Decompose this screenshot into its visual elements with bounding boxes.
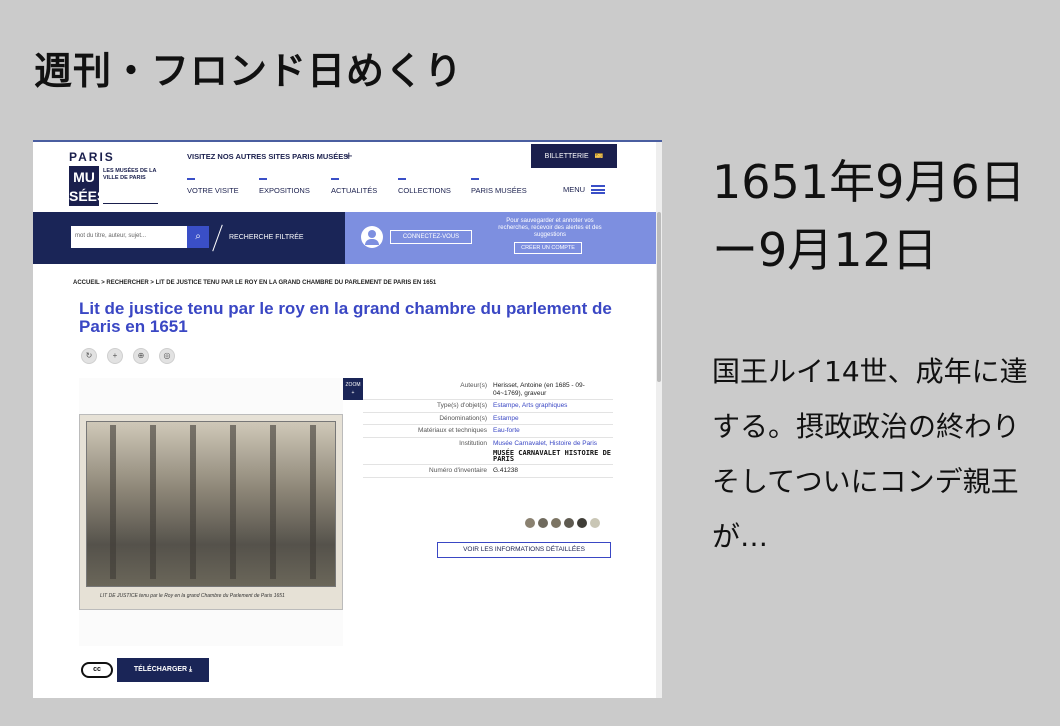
hamburger-icon — [591, 185, 606, 194]
search-input[interactable]: mot du titre, auteur, sujet... — [71, 226, 187, 248]
meta-row-type: Type(s) d'objet(s) Estampe, Arts graphiqu… — [363, 400, 613, 413]
paris-musees-logo[interactable]: PARIS MU SÉES LES MUSÉES DE LA VILLE DE P… — [69, 150, 159, 206]
create-account-button[interactable]: CRÉER UN COMPTE — [514, 242, 582, 254]
download-button[interactable]: TÉLÉCHARGER ⤓ — [117, 658, 209, 682]
connect-button[interactable]: CONNECTEZ-VOUS — [390, 230, 472, 244]
meta-row-denomination: Dénomination(s) Estampe — [363, 413, 613, 425]
search-icon[interactable]: ⌕ — [187, 226, 209, 248]
color-swatch[interactable] — [538, 518, 548, 528]
menu-button[interactable]: MENU — [563, 185, 606, 194]
nav-actualites[interactable]: ACTUALITÉS — [331, 178, 377, 195]
artwork-title: Lit de justice tenu par le roy en la gra… — [79, 299, 612, 336]
color-swatch[interactable] — [590, 518, 600, 528]
logo-subtitle: LES MUSÉES DE LA VILLE DE PARIS — [103, 168, 157, 181]
date-range: 1651年9月6日ー9月12日 — [712, 155, 1026, 277]
metadata-table: Auteur(s) Herisset, Antoine (en 1685 - 09… — [363, 380, 613, 478]
engraving-caption: LIT DE JUSTICE tenu par le Roy en la gra… — [100, 593, 285, 599]
page-title: 週刊・フロンド日めくり — [34, 49, 464, 93]
details-button[interactable]: VOIR LES INFORMATIONS DÉTAILLÉES — [437, 542, 611, 558]
lock-icon[interactable]: ⊕ — [133, 348, 149, 364]
scrollbar[interactable] — [656, 142, 662, 698]
plus-icon[interactable]: + — [345, 148, 353, 163]
nav-expositions[interactable]: EXPOSITIONS — [259, 178, 310, 195]
logo-paris: PARIS — [69, 150, 115, 164]
nav-votre-visite[interactable]: VOTRE VISITE — [187, 178, 239, 195]
logo-mark: MU SÉES — [69, 166, 106, 206]
other-sites-link[interactable]: VISITEZ NOS AUTRES SITES PARIS MUSÉES — [187, 152, 348, 161]
billetterie-button[interactable]: BILLETTERIE 🎫 — [531, 144, 617, 168]
print-icon[interactable]: ◎ — [159, 348, 175, 364]
museum-screenshot: PARIS MU SÉES LES MUSÉES DE LA VILLE DE P… — [33, 140, 662, 698]
logo-underline — [103, 203, 158, 204]
color-swatch[interactable] — [551, 518, 561, 528]
meta-row-author: Auteur(s) Herisset, Antoine (en 1685 - 09… — [363, 380, 613, 400]
zoom-button[interactable]: ZOOM + — [343, 378, 363, 400]
share-toolbar: ↻ + ⊕ ◎ — [81, 348, 175, 364]
engraving-image[interactable]: LIT DE JUSTICE tenu par le Roy en la gra… — [79, 414, 343, 610]
add-icon[interactable]: + — [107, 348, 123, 364]
color-swatch[interactable] — [525, 518, 535, 528]
color-swatch[interactable] — [577, 518, 587, 528]
meta-row-materials: Matériaux et techniques Eau-forte — [363, 425, 613, 438]
nav-collections[interactable]: COLLECTIONS — [398, 178, 451, 195]
share-icon[interactable]: ↻ — [81, 348, 97, 364]
nav-paris-musees[interactable]: PARIS MUSÉES — [471, 178, 527, 195]
cc-license-icon: cc — [81, 662, 113, 678]
color-swatches — [525, 518, 600, 528]
filtered-search-link[interactable]: RECHERCHE FILTRÉE — [229, 234, 304, 241]
search-band: mot du titre, auteur, sujet... ⌕ RECHERC… — [33, 212, 656, 264]
breadcrumb[interactable]: ACCUEIL > RECHERCHER > LIT DE JUSTICE TE… — [73, 280, 436, 286]
account-promo-text: Pour sauvegarder et annoter vos recherch… — [498, 218, 602, 238]
ticket-icon: 🎫 — [594, 153, 604, 160]
meta-row-inventory: Numéro d'inventaire G.41238 — [363, 465, 613, 478]
user-icon — [361, 226, 383, 248]
carnavalet-logo: MUSÉE CARNAVALET HISTOIRE DE PARIS — [493, 449, 612, 463]
description: 国王ルイ14世、成年に達する。摂政政治の終わり そしてついにコンデ親王が… — [712, 355, 1049, 553]
meta-row-institution: Institution Musée Carnavalet, Histoire de… — [363, 438, 613, 465]
color-swatch[interactable] — [564, 518, 574, 528]
